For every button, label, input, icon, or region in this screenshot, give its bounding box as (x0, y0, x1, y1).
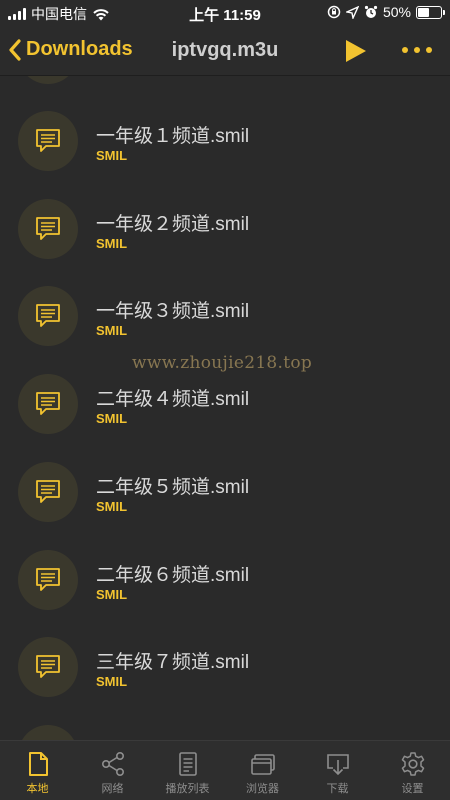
location-icon (345, 5, 359, 19)
file-name: 三年级７频道.smil (96, 652, 250, 674)
download-icon (325, 751, 351, 777)
message-file-icon (36, 567, 60, 591)
tab-label: 播放列表 (165, 783, 210, 795)
file-type: SMIL (96, 235, 128, 251)
file-icon-circle (18, 724, 78, 740)
navigation-bar: Downloads iptvgq.m3u (0, 26, 450, 76)
message-file-icon (36, 129, 60, 152)
app-screen: 中国电信 上午 11:59 50% Downloads iptvgq.m3u 一… (0, 0, 450, 800)
file-name: 一年级３频道.smil (96, 301, 250, 323)
status-bar: 中国电信 上午 11:59 50% (0, 0, 450, 26)
file-type: SMIL (96, 498, 128, 514)
file-type: SMIL (96, 148, 128, 163)
share-icon (100, 751, 126, 777)
alarm-icon (364, 5, 378, 18)
file-type: SMIL (96, 323, 128, 339)
file-icon-circle (18, 374, 78, 435)
message-file-icon (36, 479, 60, 503)
tab-label: 设置 (401, 783, 424, 795)
back-button-label: Downloads (26, 38, 133, 60)
tab-gear[interactable]: 设置 (375, 741, 450, 800)
file-type: SMIL (96, 674, 128, 690)
gear-icon (400, 751, 426, 777)
browser-icon (250, 751, 276, 777)
tab-label: 下载 (326, 783, 349, 795)
battery-fill (418, 7, 429, 17)
file-type: SMIL (96, 586, 128, 602)
chevron-left-icon (9, 38, 21, 61)
tab-browser[interactable]: 浏览器 (225, 741, 300, 800)
more-icon-dot (426, 47, 432, 53)
file-name: 二年级４频道.smil (96, 389, 250, 411)
list-item[interactable]: 一年级１频道.smil SMIL (0, 93, 450, 180)
play-button[interactable] (344, 38, 368, 69)
tab-label: 网络 (101, 783, 124, 795)
status-right: 50% (327, 4, 445, 20)
message-file-icon (36, 655, 60, 679)
file-list[interactable]: SMIL 一年级１频道.smilSMIL一年级２频道.smilSMIL一年级３频… (0, 76, 450, 740)
list-item[interactable]: 二年级６频道.smil SMIL (0, 532, 450, 619)
list-item[interactable]: 二年级５频道.smil SMIL (0, 444, 450, 531)
file-icon-circle (18, 286, 78, 347)
file-name: 一年级２频道.smil (96, 213, 250, 235)
tab-label: 本地 (26, 783, 49, 795)
file-name: 二年级６频道.smil (96, 564, 250, 586)
file-icon-circle (18, 461, 78, 522)
file-icon-circle (18, 198, 78, 259)
document-icon (25, 751, 51, 777)
list-item-partial[interactable] (0, 707, 450, 740)
list-item[interactable]: 三年级７频道.smil SMIL (0, 619, 450, 706)
file-icon-circle (18, 111, 78, 171)
more-button[interactable] (402, 47, 432, 53)
tab-document[interactable]: 本地 (0, 741, 75, 800)
rotation-lock-icon (327, 5, 341, 19)
message-file-icon (36, 392, 60, 415)
playlist-icon (175, 751, 201, 777)
file-icon-circle (18, 637, 78, 698)
battery-icon (416, 5, 445, 19)
play-icon (346, 40, 366, 62)
message-file-icon (36, 216, 60, 240)
back-button[interactable]: Downloads (8, 38, 133, 61)
more-icon-dot (402, 47, 408, 53)
file-name: 一年级１频道.smil (96, 126, 250, 147)
tab-bar: 本地 网络 播放列表 浏览器 下载 设置 (0, 740, 450, 800)
file-name: 二年级５频道.smil (96, 476, 250, 498)
tab-label: 浏览器 (246, 783, 279, 795)
tab-share[interactable]: 网络 (75, 741, 150, 800)
list-item[interactable]: 一年级３频道.smil SMIL (0, 268, 450, 355)
list-item-partial[interactable]: SMIL (0, 76, 450, 93)
file-icon-circle (18, 549, 78, 610)
list-item[interactable]: 一年级２频道.smil SMIL (0, 181, 450, 268)
tab-download[interactable]: 下载 (300, 741, 375, 800)
file-type: SMIL (96, 411, 128, 427)
battery-percent: 50% (382, 4, 411, 20)
file-icon-circle (18, 76, 78, 84)
list-item[interactable]: 二年级４频道.smil SMIL (0, 356, 450, 443)
tab-playlist[interactable]: 播放列表 (150, 741, 225, 800)
message-file-icon (36, 304, 60, 328)
more-icon-dot (414, 47, 420, 53)
